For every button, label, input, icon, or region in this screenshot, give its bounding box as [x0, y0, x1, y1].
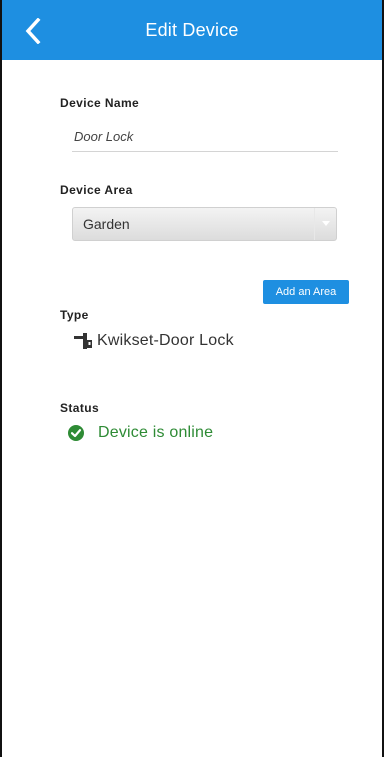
device-name-label: Device Name — [60, 96, 140, 110]
door-lock-icon — [74, 333, 92, 349]
type-row: Kwikset-Door Lock — [73, 330, 234, 352]
device-area-label: Device Area — [60, 183, 133, 197]
back-button[interactable] — [16, 14, 50, 48]
status-label: Status — [60, 401, 100, 415]
status-row: Device is online — [68, 422, 213, 444]
device-area-select[interactable]: Garden — [72, 207, 337, 241]
page-title: Edit Device — [145, 19, 239, 40]
chevron-left-icon — [25, 18, 41, 44]
type-value: Kwikset-Door Lock — [97, 332, 234, 349]
app-bar: Edit Device — [2, 0, 382, 60]
check-circle-icon — [68, 425, 84, 441]
add-area-button[interactable]: Add an Area — [263, 280, 349, 304]
status-value: Device is online — [98, 424, 214, 441]
device-area-selected-value: Garden — [83, 216, 130, 232]
device-name-input[interactable] — [72, 122, 338, 152]
type-label: Type — [60, 308, 89, 322]
dropdown-caret-icon — [314, 208, 336, 240]
edit-device-screen: Edit Device Device Name Device Area Gard… — [0, 0, 384, 757]
